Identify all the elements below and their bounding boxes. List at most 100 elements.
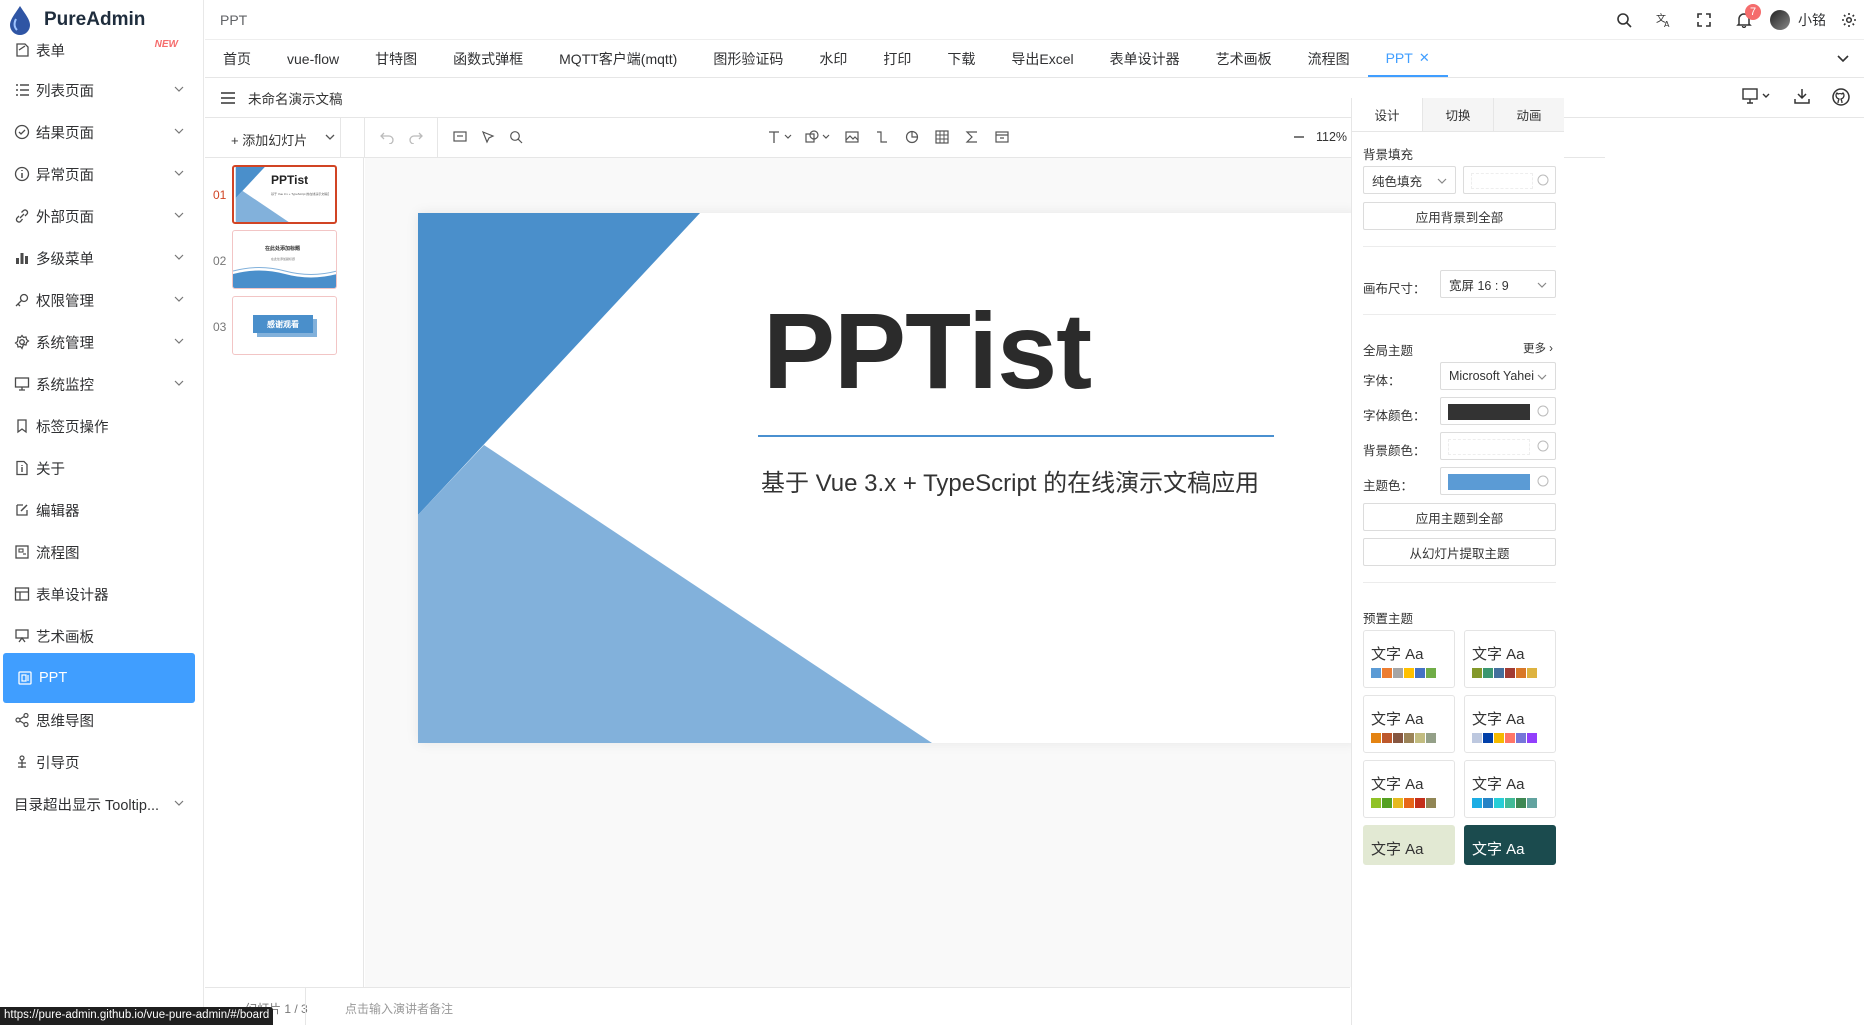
zoom-search-icon[interactable] bbox=[509, 130, 523, 144]
slide-title[interactable]: PPTist bbox=[763, 288, 1092, 413]
chart-icon[interactable] bbox=[905, 130, 919, 144]
tab-6[interactable]: 图形验证码 bbox=[695, 41, 801, 77]
chevron-down-icon bbox=[174, 170, 184, 176]
chevron-down-icon bbox=[174, 128, 184, 134]
tab-label: 甘特图 bbox=[375, 51, 418, 67]
sidebar-item-19[interactable]: 目录超出显示 Tooltip... bbox=[0, 779, 204, 829]
slide-thumbnail-2[interactable]: 在此处添加标题 在此处添加副标题 bbox=[232, 230, 337, 289]
slide-divider-line[interactable] bbox=[758, 435, 1274, 437]
gear-icon[interactable] bbox=[1834, 12, 1864, 28]
tab-4[interactable]: 函数式弹框 bbox=[435, 41, 541, 77]
slide-thumbnail-3[interactable]: 感谢观看 bbox=[232, 296, 337, 355]
add-slide-button[interactable]: + 添加幻灯片 bbox=[231, 130, 307, 149]
menu-icon[interactable] bbox=[220, 91, 236, 105]
chevron-down-icon[interactable] bbox=[1836, 51, 1850, 65]
document-actions bbox=[1742, 88, 1850, 106]
tab-2[interactable]: vue-flow bbox=[269, 41, 357, 77]
palette-icon bbox=[1537, 174, 1549, 186]
canvas-size-label: 画布尺寸： bbox=[1363, 282, 1426, 296]
tab-9[interactable]: 下载 bbox=[929, 41, 993, 77]
theme-sample-text: 文字 Aa bbox=[1371, 646, 1424, 663]
undo-icon[interactable] bbox=[380, 130, 394, 144]
tab-transition[interactable]: 切换 bbox=[1422, 98, 1493, 131]
image-icon[interactable] bbox=[845, 130, 859, 144]
chevron-down-icon bbox=[174, 254, 184, 260]
line-icon[interactable] bbox=[875, 130, 889, 144]
tab-10[interactable]: 导出Excel bbox=[993, 41, 1091, 77]
bg-color-swatch[interactable] bbox=[1440, 432, 1556, 460]
shape-icon[interactable] bbox=[805, 130, 833, 144]
preset-theme-3[interactable]: 文字 Aa bbox=[1363, 695, 1455, 753]
preset-theme-7[interactable]: 文字 Aa bbox=[1363, 825, 1455, 865]
fullscreen-icon[interactable] bbox=[1684, 13, 1724, 27]
extract-theme-button[interactable]: 从幻灯片提取主题 bbox=[1363, 538, 1556, 566]
download-icon[interactable] bbox=[1794, 88, 1810, 106]
bar-chart-icon bbox=[16, 253, 28, 264]
slide-thumbnail-1[interactable]: PPTist 基于 Vue 3.x + TypeScript 的在线演示文稿应用 bbox=[232, 165, 337, 224]
github-icon[interactable] bbox=[1832, 88, 1850, 106]
font-select[interactable]: Microsoft Yahei bbox=[1440, 362, 1556, 390]
close-icon[interactable]: ✕ bbox=[1419, 50, 1430, 66]
bg-fill-label: 背景填充 bbox=[1363, 148, 1414, 162]
text-icon[interactable] bbox=[767, 130, 795, 144]
apply-bg-all-button[interactable]: 应用背景到全部 bbox=[1363, 202, 1556, 230]
table-icon[interactable] bbox=[935, 130, 949, 144]
sidebar-item-label: 引导页 bbox=[36, 755, 80, 772]
theme-color-chip bbox=[1527, 733, 1537, 743]
font-color-picker[interactable] bbox=[1440, 397, 1556, 425]
theme-sample-text: 文字 Aa bbox=[1472, 841, 1525, 858]
tab-5[interactable]: MQTT客户端(mqtt) bbox=[541, 41, 695, 77]
slide-subtitle[interactable]: 基于 Vue 3.x + TypeScript 的在线演示文稿应用 bbox=[761, 463, 1259, 498]
speaker-notes-input[interactable]: 点击输入演讲者备注 bbox=[345, 1000, 453, 1017]
preset-theme-8[interactable]: 文字 Aa bbox=[1464, 825, 1556, 865]
tab-8[interactable]: 打印 bbox=[865, 41, 929, 77]
more-themes-link[interactable]: 更多 › bbox=[1523, 340, 1553, 356]
media-icon[interactable] bbox=[995, 130, 1009, 144]
bg-color-picker[interactable] bbox=[1463, 166, 1556, 194]
translate-icon[interactable]: 文A bbox=[1644, 12, 1684, 28]
preset-theme-6[interactable]: 文字 Aa bbox=[1464, 760, 1556, 818]
chevron-down-icon bbox=[1537, 280, 1547, 290]
file-info-icon bbox=[16, 460, 28, 476]
presentation-icon[interactable] bbox=[1742, 88, 1772, 106]
tab-design[interactable]: 设计 bbox=[1352, 98, 1422, 131]
ppt-editor: 未命名演示文稿 + 添加幻灯片 112% 01 PPTist 基于 Vue 3.… bbox=[205, 78, 1864, 1025]
add-slide-dropdown-icon[interactable] bbox=[325, 132, 335, 142]
tags-view: 首页 vue-flow 甘特图 函数式弹框 MQTT客户端(mqtt) 图形验证码 水印 打印… bbox=[205, 41, 1864, 78]
tab-7[interactable]: 水印 bbox=[801, 41, 865, 77]
tab-12[interactable]: 艺术画板 bbox=[1198, 41, 1290, 77]
search-icon[interactable] bbox=[1604, 12, 1644, 28]
tab-1[interactable]: 首页 bbox=[205, 41, 269, 77]
tab-animation[interactable]: 动画 bbox=[1493, 98, 1564, 131]
tab-13[interactable]: 流程图 bbox=[1290, 41, 1368, 77]
slide-canvas[interactable]: PPTist 基于 Vue 3.x + TypeScript 的在线演示文稿应用 bbox=[418, 213, 1358, 743]
tab-11[interactable]: 表单设计器 bbox=[1092, 41, 1198, 77]
document-title[interactable]: 未命名演示文稿 bbox=[248, 88, 343, 108]
font-color-label: 字体颜色： bbox=[1363, 409, 1426, 423]
redo-icon[interactable] bbox=[409, 130, 423, 144]
sidebar-item-label: 表单 bbox=[36, 43, 65, 60]
comment-icon[interactable] bbox=[453, 130, 467, 144]
panel-tabs: 设计 切换 动画 bbox=[1352, 98, 1564, 132]
apply-theme-all-button[interactable]: 应用主题到全部 bbox=[1363, 503, 1556, 531]
sidebar-item-label: 多级菜单 bbox=[36, 251, 94, 268]
formula-icon[interactable] bbox=[965, 130, 979, 144]
chevron-down-icon bbox=[1437, 176, 1447, 186]
user-menu[interactable]: 小铭 bbox=[1770, 10, 1826, 30]
preset-theme-2[interactable]: 文字 Aa bbox=[1464, 630, 1556, 688]
theme-color-picker[interactable] bbox=[1440, 467, 1556, 495]
breadcrumb[interactable]: PPT bbox=[220, 12, 247, 28]
theme-color-chip bbox=[1527, 668, 1537, 678]
bg-fill-type-select[interactable]: 纯色填充 bbox=[1363, 166, 1456, 194]
tab-3[interactable]: 甘特图 bbox=[357, 41, 435, 77]
preset-theme-4[interactable]: 文字 Aa bbox=[1464, 695, 1556, 753]
bell-icon[interactable]: 7 bbox=[1724, 4, 1764, 28]
preset-theme-5[interactable]: 文字 Aa bbox=[1363, 760, 1455, 818]
tab-14[interactable]: PPT ✕ bbox=[1367, 41, 1448, 77]
tab-label: 水印 bbox=[819, 51, 848, 67]
preset-theme-1[interactable]: 文字 Aa bbox=[1363, 630, 1455, 688]
zoom-out-icon[interactable] bbox=[1293, 130, 1305, 144]
select-pointer-icon[interactable] bbox=[481, 130, 495, 144]
slide-dark-triangle bbox=[418, 213, 700, 515]
canvas-size-select[interactable]: 宽屏 16 : 9 bbox=[1440, 270, 1556, 298]
